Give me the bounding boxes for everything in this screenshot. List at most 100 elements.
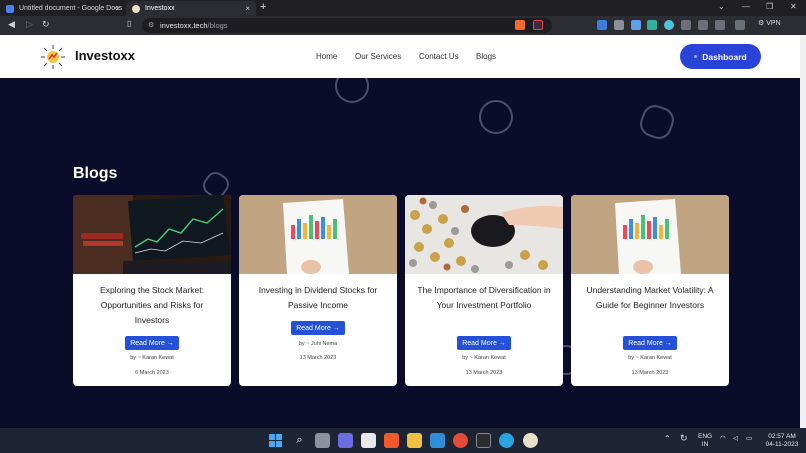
extensions-puzzle-icon[interactable] [681, 20, 691, 30]
forward-icon[interactable]: ▷ [26, 19, 33, 30]
vpn-button[interactable]: ⚙ VPN [758, 19, 781, 27]
close-window-button[interactable]: ✕ [790, 2, 797, 11]
blog-title[interactable]: Exploring the Stock Market: Opportunitie… [83, 283, 221, 328]
investoxx-icon[interactable] [523, 433, 538, 448]
maximize-button[interactable]: ❐ [766, 2, 773, 11]
dashboard-button[interactable]: Dashboard [680, 44, 761, 69]
tab-title: Investoxx [145, 5, 175, 12]
brave-icon[interactable] [384, 433, 399, 448]
file-explorer-icon[interactable] [315, 433, 330, 448]
site-info-icon[interactable]: ⚙ [148, 21, 154, 29]
blog-author: by ~ Karan Kewat [628, 355, 672, 361]
browser-toolbar: ◀ ▷ ↻ ▯ ⚙ investoxx.tech/blogs ⇪ ⚙ VPN [0, 16, 806, 35]
telegram-icon[interactable] [499, 433, 514, 448]
search-icon[interactable]: ⌕ [292, 433, 307, 448]
blog-date: 13 March 2023 [631, 370, 669, 376]
extension-react-icon[interactable] [664, 20, 674, 30]
refresh-icon[interactable]: ↻ [680, 434, 688, 443]
docs-favicon-icon [6, 4, 14, 13]
volume-icon[interactable]: ◁ [733, 435, 738, 443]
read-more-button[interactable]: Read More → [291, 321, 345, 335]
tab-search-icon[interactable]: ⌄ [718, 2, 725, 11]
windows-start-icon[interactable] [268, 433, 283, 448]
brand-name[interactable]: Investoxx [75, 48, 135, 63]
nav-our-services[interactable]: Our Services [355, 52, 401, 61]
page-scrollbar[interactable] [800, 35, 806, 428]
blog-card: Exploring the Stock Market: Opportunitie… [73, 195, 231, 386]
investoxx-logo-icon[interactable] [40, 44, 66, 70]
blog-title[interactable]: Investing in Dividend Stocks for Passive… [249, 283, 387, 313]
folder-icon[interactable] [407, 433, 422, 448]
read-more-button[interactable]: Read More → [457, 336, 511, 350]
bookmark-icon[interactable]: ▯ [127, 19, 131, 28]
browser-tab-strip: Untitled document - Google Docs × Invest… [0, 0, 806, 16]
url-path: /blogs [207, 21, 228, 30]
reload-icon[interactable]: ↻ [42, 19, 50, 30]
brave-rewards-icon[interactable] [533, 20, 543, 30]
clock-date: 04-11-2023 [765, 441, 799, 448]
downloads-icon[interactable] [698, 20, 708, 30]
chevron-up-icon[interactable]: ⌃ [664, 435, 671, 443]
vpn-label: VPN [766, 20, 781, 27]
region-label: IN [701, 441, 709, 448]
paper-bar-chart-image [571, 195, 729, 274]
dot-icon [694, 55, 698, 58]
paper-bar-chart-image [239, 195, 397, 274]
vscode-icon[interactable] [430, 433, 445, 448]
windows-taskbar: ⌕ ⌃ ↻ ENG IN ◠ ◁ ▭ 02:57 AM 04-11-2023 [0, 428, 806, 453]
back-icon[interactable]: ◀ [8, 19, 15, 30]
url-host: investoxx.tech [160, 21, 208, 30]
blog-title[interactable]: The Importance of Diversification in You… [415, 283, 553, 313]
extension-ai-icon[interactable] [647, 20, 657, 30]
clock-time: 02:57 AM [768, 433, 796, 440]
blog-date: 13 March 2023 [465, 370, 503, 376]
dashboard-label: Dashboard [702, 51, 747, 62]
blog-author: by ~ Karan Kewat [462, 355, 506, 361]
blog-author: by ~ Juhi Nema [298, 341, 338, 347]
tab-investoxx[interactable]: Investoxx × [126, 1, 256, 16]
blogs-section: Blogs Exploring the Stock Market: Opport… [0, 78, 800, 428]
page-title: Blogs [73, 165, 118, 182]
tab-google-docs[interactable]: Untitled document - Google Docs × [0, 1, 126, 16]
battery-icon[interactable]: ▭ [746, 435, 752, 443]
decor-ring-shape [479, 100, 513, 134]
clock[interactable]: 02:57 AM 04-11-2023 [762, 433, 802, 449]
read-more-button[interactable]: Read More → [125, 336, 179, 350]
teams-icon[interactable] [338, 433, 353, 448]
extension-camera-icon[interactable] [614, 20, 624, 30]
blog-card: Understanding Market Volatility: A Guide… [571, 195, 729, 386]
decor-ring-shape [335, 78, 369, 103]
blog-title[interactable]: Understanding Market Volatility: A Guide… [581, 283, 719, 313]
site-header: Investoxx Home Our Services Contact Us B… [0, 35, 800, 78]
blog-date: 6 March 2023 [135, 370, 169, 376]
nav-contact-us[interactable]: Contact Us [419, 52, 459, 61]
sidebar-toggle-icon[interactable] [715, 20, 725, 30]
brave-shields-icon[interactable] [515, 20, 525, 30]
wifi-icon[interactable]: ◠ [720, 435, 726, 443]
minimize-button[interactable]: — [742, 2, 750, 11]
blog-card: Investing in Dividend Stocks for Passive… [239, 195, 397, 386]
blog-author: by ~ Karan Kewat [130, 355, 174, 361]
nav-home[interactable]: Home [316, 52, 337, 61]
blog-card: The Importance of Diversification in You… [405, 195, 563, 386]
read-more-button[interactable]: Read More → [623, 336, 677, 350]
decor-squircle-shape [636, 101, 678, 143]
extension-shield-icon[interactable] [597, 20, 607, 30]
blog-date: 13 March 2023 [299, 355, 337, 361]
language-indicator[interactable]: ENG IN [698, 433, 712, 449]
store-icon[interactable] [361, 433, 376, 448]
wallet-icon[interactable] [735, 20, 745, 30]
nav-blogs[interactable]: Blogs [476, 52, 496, 61]
close-tab-icon[interactable]: × [245, 4, 250, 13]
chrome-icon[interactable] [453, 433, 468, 448]
terminal-icon[interactable] [476, 433, 491, 448]
coins-piggy-bank-image [405, 195, 563, 274]
investoxx-favicon-icon [132, 4, 140, 13]
new-tab-button[interactable]: + [260, 1, 266, 13]
extension-edit-icon[interactable] [631, 20, 641, 30]
close-tab-icon[interactable]: × [115, 4, 120, 13]
tab-title: Untitled document - Google Docs [19, 5, 123, 12]
language-label: ENG [698, 433, 713, 440]
address-bar[interactable]: ⚙ investoxx.tech/blogs ⇪ [142, 18, 552, 33]
laptop-stock-chart-image [73, 195, 231, 274]
